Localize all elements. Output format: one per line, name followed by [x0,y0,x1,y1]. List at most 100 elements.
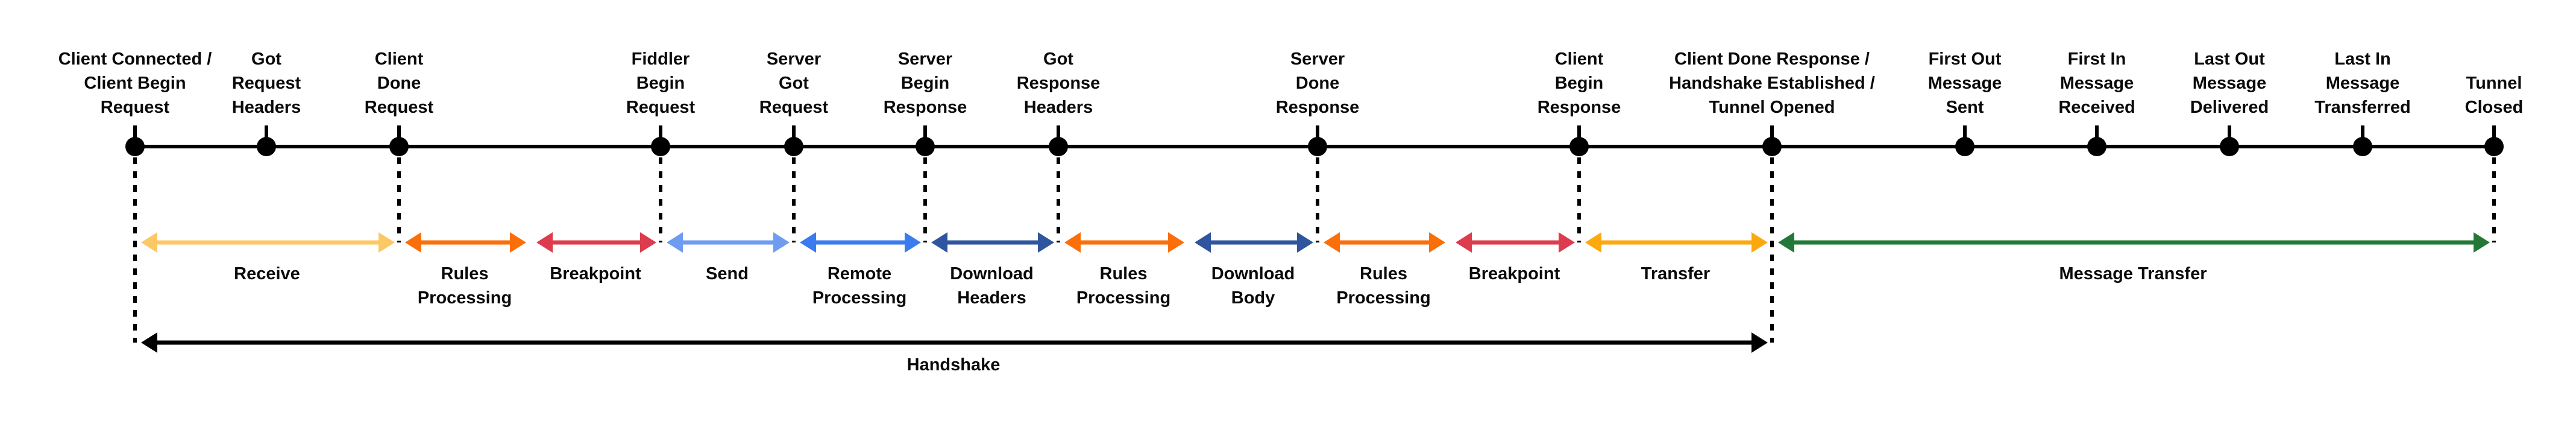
arrow-head-right [1038,232,1054,253]
phase-receive: Receive [141,232,395,283]
event-label: Client Connected / Client Begin Request [58,49,212,117]
arrow-head-right [379,232,395,253]
event-fiddler-begin-request: Fiddler Begin Request [626,49,696,156]
event-label-line: Got [779,74,809,93]
arrow-head-left [931,232,947,253]
event-label-line: Request [232,74,301,93]
event-label-line: Done [1296,74,1340,93]
event-label-line: Handshake Established / [1669,74,1875,93]
event-server-done-response: Server Done Response [1276,49,1360,156]
event-dot [1049,137,1068,156]
phase-label-line: Send [706,264,749,283]
phase-label: Download Body [1211,264,1295,308]
event-label-line: Begin [901,74,950,93]
phase-label: Send [706,264,749,283]
phase-label-line: Processing [1076,288,1170,308]
phase-label-line: Breakpoint [1469,264,1560,283]
event-label-line: Last In [2334,49,2390,69]
event-label: Server Got Request [759,49,829,117]
arrow-head-right [510,232,526,253]
phase-label-line: Download [950,264,1034,283]
phase-arrows: Receive Rules Processing Breakpoint Send Remo… [141,232,2490,308]
event-label-line: Delivered [2190,98,2269,117]
phase-label: Breakpoint [1469,264,1560,283]
phase-label: Rules Processing [1076,264,1170,308]
phase-label-line: Headers [957,288,1026,308]
event-dot [257,137,276,156]
phase-label-line: Receive [234,264,300,283]
phase-rules-processing-1: Rules Processing [405,232,526,308]
phase-label-line: Transfer [1641,264,1710,283]
arrow-head-left [405,232,421,253]
event-label-line: Headers [1024,98,1093,117]
phase-download-headers: Download Headers [931,232,1054,308]
phase-label: Message Transfer [2059,264,2207,283]
event-label: Got Response Headers [1017,49,1101,117]
event-last-in-message-transferred: Last In Message Transferred [2314,49,2411,156]
event-dot [651,137,670,156]
event-label-line: Got [1043,49,1073,69]
span-handshake: Handshake [141,332,1768,375]
event-label: Server Begin Response [884,49,967,117]
event-label-line: Request [365,98,434,117]
event-first-out-message-sent: First Out Message Sent [1928,49,2002,156]
event-label-line: Sent [1946,98,1984,117]
arrow-head-left [1195,232,1211,253]
arrow-head-left [1456,232,1472,253]
event-dot [1308,137,1327,156]
phase-label-line: Download [1211,264,1295,283]
event-label-line: Response [1017,74,1101,93]
event-label-line: Tunnel Opened [1709,98,1835,117]
event-label-line: Message [2326,74,2400,93]
phase-label-line: Body [1231,288,1275,308]
phase-label-line: Breakpoint [550,264,641,283]
phase-breakpoint-2: Breakpoint [1456,232,1575,283]
event-client-connected: Client Connected / Client Begin Request [58,49,212,156]
event-dot [2087,137,2106,156]
phase-label: Breakpoint [550,264,641,283]
arrow-head-left [1064,232,1081,253]
event-label-line: Response [1538,98,1621,117]
event-label: First In Message Received [2058,49,2135,117]
event-label: Client Begin Response [1538,49,1621,117]
event-dot [2353,137,2372,156]
event-label-line: Server [1290,49,1345,69]
arrow-head-left [800,232,816,253]
event-client-done-request: Client Done Request [365,49,434,156]
event-label: Fiddler Begin Request [626,49,696,117]
arrow-head-left [1778,232,1794,253]
phase-message-transfer: Message Transfer [1778,232,2490,283]
phase-transfer: Transfer [1585,232,1768,283]
arrow-head-left [141,332,157,353]
event-label: Server Done Response [1276,49,1360,117]
arrow-head-left [1585,232,1601,253]
arrow-head-right [1168,232,1184,253]
phase-label-line: Rules [1360,264,1407,283]
event-label-line: Client [375,49,424,69]
event-label-line: Done [377,74,421,93]
phase-breakpoint-1: Breakpoint [536,232,656,283]
arrow-head-left [536,232,553,253]
phase-label-line: Message Transfer [2059,264,2207,283]
handshake-label: Handshake [907,355,1001,375]
arrow-head-right [640,232,656,253]
phase-rules-processing-2: Rules Processing [1064,232,1184,308]
event-label: Got Request Headers [232,49,301,117]
event-label-line: Message [1928,74,2002,93]
event-label-line: Closed [2465,98,2524,117]
event-label-line: Request [101,98,170,117]
event-dot [1762,137,1782,156]
arrow-head-right [905,232,921,253]
timeline-diagram: Client Connected / Client Begin RequestGot… [58,49,2524,375]
event-label-line: Fiddler [632,49,690,69]
event-label-line: Received [2058,98,2135,117]
phase-remote-processing: Remote Processing [800,232,921,308]
phase-download-body: Download Body [1195,232,1313,308]
phase-label: Rules Processing [418,264,512,308]
event-label-line: Client Begin [84,74,186,93]
event-label-line: Headers [232,98,301,117]
event-label: Tunnel Closed [2465,74,2524,117]
event-dot [2220,137,2239,156]
event-label: Last In Message Transferred [2314,49,2411,117]
event-client-begin-response: Client Begin Response [1538,49,1621,156]
